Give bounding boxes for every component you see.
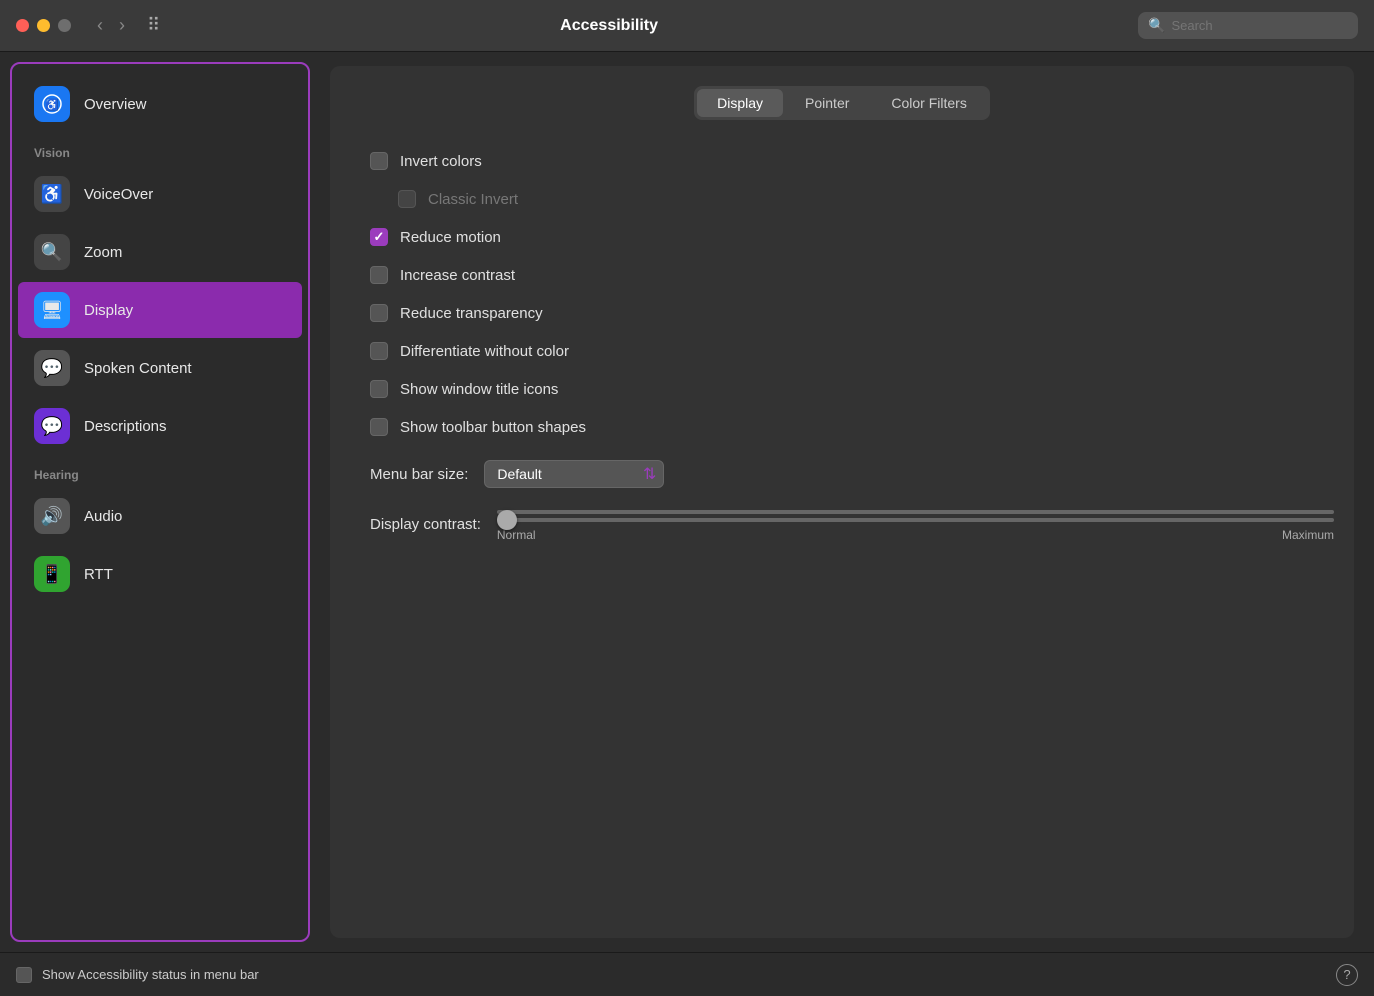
settings-list: Invert colors Classic Invert ✓ Reduce mo…: [350, 144, 1334, 444]
differentiate-label: Differentiate without color: [400, 343, 569, 360]
rtt-label: RTT: [84, 566, 113, 583]
maximize-button[interactable]: [58, 19, 71, 32]
spoken-content-label: Spoken Content: [84, 360, 192, 377]
reduce-transparency-row: Reduce transparency: [370, 296, 1314, 330]
zoom-icon: 🔍: [34, 234, 70, 270]
bottom-bar: Show Accessibility status in menu bar ?: [0, 952, 1374, 996]
svg-text:♿: ♿: [45, 99, 59, 112]
slider-normal-label: Normal: [497, 528, 536, 542]
reduce-transparency-label: Reduce transparency: [400, 305, 543, 322]
spoken-content-icon: 💬: [34, 350, 70, 386]
tab-panel: Display Pointer Color Filters Invert col…: [330, 66, 1354, 938]
reduce-motion-checkbox[interactable]: ✓: [370, 228, 388, 246]
menubar-size-label: Menu bar size:: [370, 466, 468, 483]
menubar-row: Menu bar size: Default Large ⇅: [370, 444, 1334, 492]
sidebar: ♿ Overview Vision ♿ VoiceOver 🔍 Zoom 🖥 D…: [10, 62, 310, 942]
search-icon: 🔍: [1148, 17, 1165, 34]
contrast-slider-track: [497, 518, 1334, 522]
search-input[interactable]: [1171, 18, 1331, 33]
contrast-row: Display contrast: Normal Maximum: [370, 492, 1334, 558]
help-button[interactable]: ?: [1336, 964, 1358, 986]
classic-invert-row: Classic Invert: [370, 182, 1314, 216]
menubar-select[interactable]: Default Large: [484, 460, 664, 488]
invert-colors-checkbox[interactable]: [370, 152, 388, 170]
reduce-transparency-checkbox[interactable]: [370, 304, 388, 322]
traffic-lights: [16, 19, 71, 32]
window-title-icons-label: Show window title icons: [400, 381, 558, 398]
sidebar-item-rtt[interactable]: 📱 RTT: [18, 546, 302, 602]
toolbar-button-shapes-label: Show toolbar button shapes: [400, 419, 586, 436]
tabs: Display Pointer Color Filters: [694, 86, 990, 120]
close-button[interactable]: [16, 19, 29, 32]
zoom-label: Zoom: [84, 244, 122, 261]
sidebar-item-spoken-content[interactable]: 💬 Spoken Content: [18, 340, 302, 396]
titlebar: ‹ › ⠿ Accessibility 🔍: [0, 0, 1374, 52]
toolbar-button-shapes-checkbox[interactable]: [370, 418, 388, 436]
increase-contrast-checkbox[interactable]: [370, 266, 388, 284]
rtt-icon: 📱: [34, 556, 70, 592]
invert-colors-row: Invert colors: [370, 144, 1314, 178]
slider-maximum-label: Maximum: [1282, 528, 1334, 542]
main-content: ♿ Overview Vision ♿ VoiceOver 🔍 Zoom 🖥 D…: [0, 52, 1374, 952]
descriptions-label: Descriptions: [84, 418, 167, 435]
sidebar-item-overview[interactable]: ♿ Overview: [18, 76, 302, 132]
slider-labels: Normal Maximum: [497, 528, 1334, 542]
overview-label: Overview: [84, 96, 147, 113]
invert-colors-label: Invert colors: [400, 153, 482, 170]
overview-icon: ♿: [34, 86, 70, 122]
hearing-section-label: Hearing: [12, 456, 308, 486]
status-bar-label: Show Accessibility status in menu bar: [42, 967, 259, 982]
tab-display[interactable]: Display: [697, 89, 783, 117]
audio-label: Audio: [84, 508, 122, 525]
voiceover-icon: ♿: [34, 176, 70, 212]
window-title-icons-checkbox[interactable]: [370, 380, 388, 398]
checkmark-icon: ✓: [374, 229, 385, 245]
audio-icon: 🔊: [34, 498, 70, 534]
increase-contrast-row: Increase contrast: [370, 258, 1314, 292]
sidebar-item-descriptions[interactable]: 💬 Descriptions: [18, 398, 302, 454]
vision-section-label: Vision: [12, 134, 308, 164]
reduce-motion-label: Reduce motion: [400, 229, 501, 246]
sidebar-item-audio[interactable]: 🔊 Audio: [18, 488, 302, 544]
toolbar-button-shapes-row: Show toolbar button shapes: [370, 410, 1314, 444]
reduce-motion-row: ✓ Reduce motion: [370, 220, 1314, 254]
contrast-label: Display contrast:: [370, 508, 481, 533]
classic-invert-checkbox[interactable]: [398, 190, 416, 208]
window-title: Accessibility: [92, 17, 1126, 35]
search-bar: 🔍: [1138, 12, 1358, 39]
display-label: Display: [84, 302, 133, 319]
contrast-slider[interactable]: [497, 510, 1334, 514]
tab-color-filters[interactable]: Color Filters: [871, 89, 986, 117]
sidebar-item-display[interactable]: 🖥 Display: [18, 282, 302, 338]
sidebar-item-voiceover[interactable]: ♿ VoiceOver: [18, 166, 302, 222]
tab-pointer[interactable]: Pointer: [785, 89, 869, 117]
voiceover-label: VoiceOver: [84, 186, 153, 203]
minimize-button[interactable]: [37, 19, 50, 32]
differentiate-row: Differentiate without color: [370, 334, 1314, 368]
differentiate-checkbox[interactable]: [370, 342, 388, 360]
classic-invert-label: Classic Invert: [428, 191, 518, 208]
menubar-select-wrapper: Default Large ⇅: [484, 460, 664, 488]
increase-contrast-label: Increase contrast: [400, 267, 515, 284]
sidebar-item-zoom[interactable]: 🔍 Zoom: [18, 224, 302, 280]
display-icon: 🖥: [34, 292, 70, 328]
window-title-icons-row: Show window title icons: [370, 372, 1314, 406]
contrast-slider-container: Normal Maximum: [497, 508, 1334, 542]
descriptions-icon: 💬: [34, 408, 70, 444]
status-bar-checkbox[interactable]: [16, 967, 32, 983]
right-content: Display Pointer Color Filters Invert col…: [310, 52, 1374, 952]
